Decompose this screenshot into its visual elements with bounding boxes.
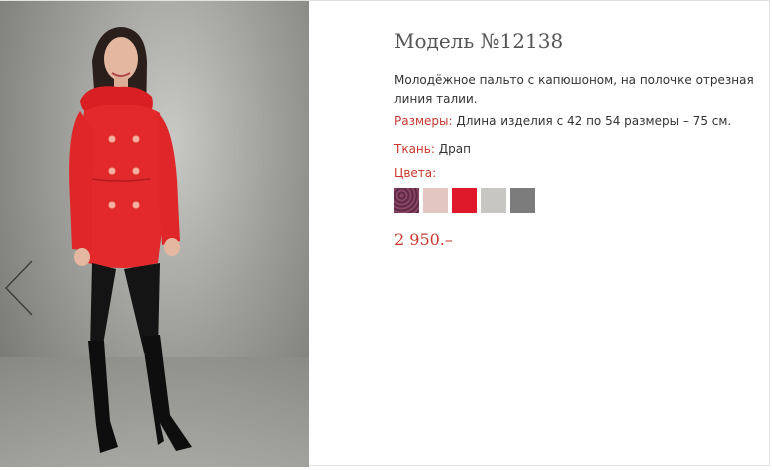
fabric-value: Драп — [438, 142, 471, 156]
fabric-label: Ткань: — [394, 142, 435, 156]
color-swatch-plum[interactable] — [394, 188, 419, 213]
colors-label: Цвета: — [394, 166, 437, 180]
product-price: 2 950.– — [394, 230, 453, 249]
product-card: Модель №12138 Молодёжное пальто с капюшо… — [0, 0, 770, 467]
color-swatch-gray[interactable] — [510, 188, 535, 213]
sizes-row: Размеры: Длина изделия с 42 по 54 размер… — [394, 114, 731, 128]
gallery-prev-button[interactable] — [2, 259, 36, 317]
color-swatch-red[interactable] — [452, 188, 477, 213]
color-swatch-light-gray[interactable] — [481, 188, 506, 213]
product-photo — [0, 1, 309, 467]
sizes-value: Длина изделия с 42 по 54 размеры – 75 см… — [456, 114, 732, 128]
color-swatches — [394, 188, 539, 213]
fabric-row: Ткань: Драп — [394, 142, 471, 156]
colors-row: Цвета: — [394, 166, 436, 180]
sizes-label: Размеры: — [394, 114, 453, 128]
model-figure — [69, 27, 192, 453]
color-swatch-powder-pink[interactable] — [423, 188, 448, 213]
product-title: Модель №12138 — [394, 29, 564, 53]
product-description: Молодёжное пальто с капюшоном, на полочк… — [394, 73, 754, 106]
chevron-left-icon — [5, 260, 33, 316]
